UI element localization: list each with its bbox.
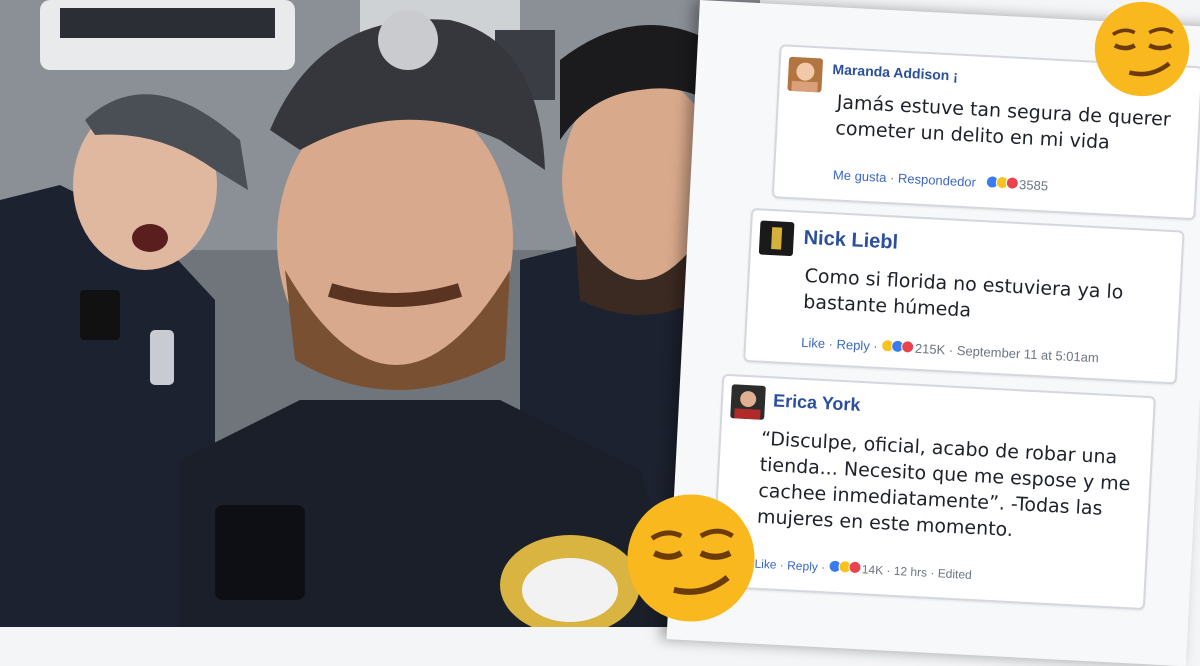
comment-author[interactable]: Erica York xyxy=(773,390,861,416)
comment-actions: Like · Reply · 14K · 12 hrs · Edited xyxy=(754,556,973,583)
comment-author[interactable]: Maranda Addison ¡ xyxy=(832,61,958,84)
comment-text: Como si florida no estuviera ya lo basta… xyxy=(802,264,1124,322)
reactions-icon xyxy=(881,338,915,356)
comment-text: “Disculpe, oficial, acabo de robar una t… xyxy=(756,427,1131,542)
reply-link[interactable]: Respondedor xyxy=(898,171,977,190)
reactions-icon xyxy=(985,175,1019,192)
smirking-face-icon xyxy=(625,492,757,624)
smirking-face-icon xyxy=(1088,0,1196,98)
comment-author[interactable]: Nick Liebl xyxy=(803,227,899,255)
like-link[interactable]: Like xyxy=(754,557,777,572)
cap-badge xyxy=(378,10,438,70)
comment-card: Nick Liebl Como si florida no estuviera … xyxy=(743,207,1185,385)
comment-actions: Like · Reply · 215K · September 11 at 5:… xyxy=(800,334,1100,366)
reactions-icon xyxy=(828,559,862,577)
reaction-count: 14K xyxy=(861,562,884,578)
comment-card: Erica York “Disculpe, oficial, acabo de … xyxy=(711,373,1156,611)
avatar xyxy=(730,384,766,420)
comment-text: Jamás estuve tan segura de querer comete… xyxy=(834,91,1172,154)
reply-link[interactable]: Reply xyxy=(787,558,818,574)
comment-timestamp[interactable]: September 11 at 5:01am xyxy=(956,343,1099,365)
radio xyxy=(215,505,305,600)
badge xyxy=(150,330,174,385)
reply-link[interactable]: Reply xyxy=(836,337,870,354)
avatar xyxy=(758,220,795,257)
edited-label: Edited xyxy=(937,566,973,583)
like-link[interactable]: Me gusta xyxy=(833,167,887,185)
reaction-count: 3585 xyxy=(1018,176,1049,194)
comment-timestamp[interactable]: 12 hrs xyxy=(893,564,927,580)
like-link[interactable]: Like xyxy=(801,335,826,351)
reaction-count: 215K xyxy=(914,340,946,358)
avatar xyxy=(787,56,824,93)
comment-actions: Me gusta · Respondedor 3585 xyxy=(832,167,1049,194)
